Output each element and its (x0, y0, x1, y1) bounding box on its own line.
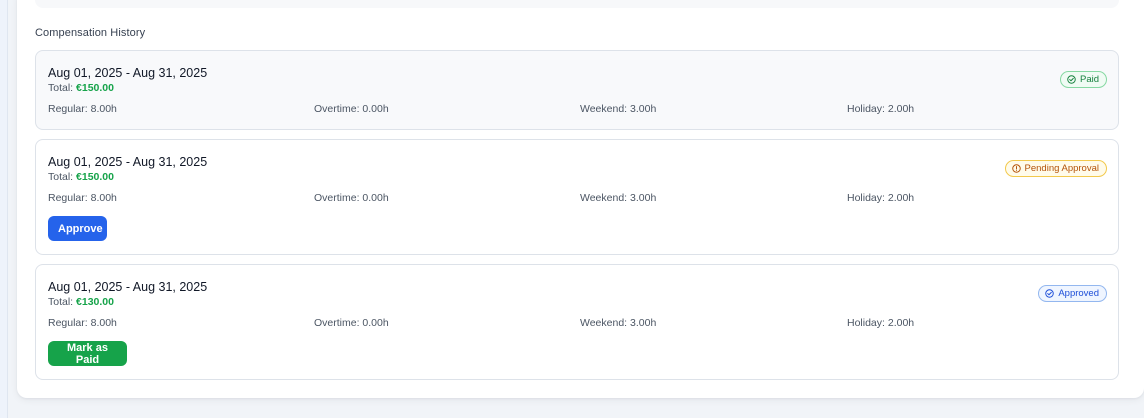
total-label: Total: (48, 171, 74, 183)
regular-hours: Regular: 8.00h (48, 103, 117, 115)
status-badge-pending: Pending Approval (1004, 160, 1107, 177)
record-total: Total: €150.00 (48, 171, 114, 183)
record-period: Aug 01, 2025 - Aug 31, 2025 (48, 155, 208, 169)
total-label: Total: (48, 82, 74, 94)
check-circle-icon (1067, 75, 1076, 84)
total-amount: €130.00 (76, 296, 114, 308)
holiday-hours: Holiday: 2.00h (847, 317, 915, 329)
status-label: Paid (1079, 74, 1099, 85)
weekend-hours: Weekend: 3.00h (580, 103, 657, 115)
compensation-record-approved: Aug 01, 2025 - Aug 31, 2025 Total: €130.… (35, 264, 1119, 380)
status-label: Pending Approval (1024, 163, 1099, 174)
total-amount: €150.00 (76, 82, 114, 94)
record-total: Total: €150.00 (48, 82, 114, 94)
total-label: Total: (48, 296, 74, 308)
holiday-hours: Holiday: 2.00h (847, 103, 915, 115)
section-title: Compensation History (35, 27, 146, 39)
compensation-record-paid: Aug 01, 2025 - Aug 31, 2025 Total: €150.… (35, 50, 1119, 130)
previous-section-footer (35, 0, 1119, 8)
regular-hours: Regular: 8.00h (48, 317, 117, 329)
holiday-hours: Holiday: 2.00h (847, 192, 915, 204)
status-badge-paid: Paid (1059, 71, 1107, 88)
compensation-record-pending: Aug 01, 2025 - Aug 31, 2025 Total: €150.… (35, 139, 1119, 255)
mark-as-paid-button[interactable]: Mark as Paid (48, 341, 127, 366)
check-circle-icon (1045, 289, 1055, 298)
approve-button[interactable]: Approve (48, 216, 107, 241)
regular-hours: Regular: 8.00h (48, 192, 117, 204)
status-label: Approved (1058, 288, 1099, 299)
overtime-hours: Overtime: 0.00h (314, 103, 389, 115)
overtime-hours: Overtime: 0.00h (314, 317, 389, 329)
overtime-hours: Overtime: 0.00h (314, 192, 389, 204)
record-period: Aug 01, 2025 - Aug 31, 2025 (48, 66, 208, 80)
total-amount: €150.00 (76, 171, 114, 183)
alert-circle-icon (1011, 164, 1021, 173)
weekend-hours: Weekend: 3.00h (580, 317, 657, 329)
weekend-hours: Weekend: 3.00h (580, 192, 657, 204)
status-badge-approved: Approved (1038, 285, 1107, 302)
record-total: Total: €130.00 (48, 296, 114, 308)
record-period: Aug 01, 2025 - Aug 31, 2025 (48, 280, 208, 294)
sidebar-edge (0, 0, 8, 418)
